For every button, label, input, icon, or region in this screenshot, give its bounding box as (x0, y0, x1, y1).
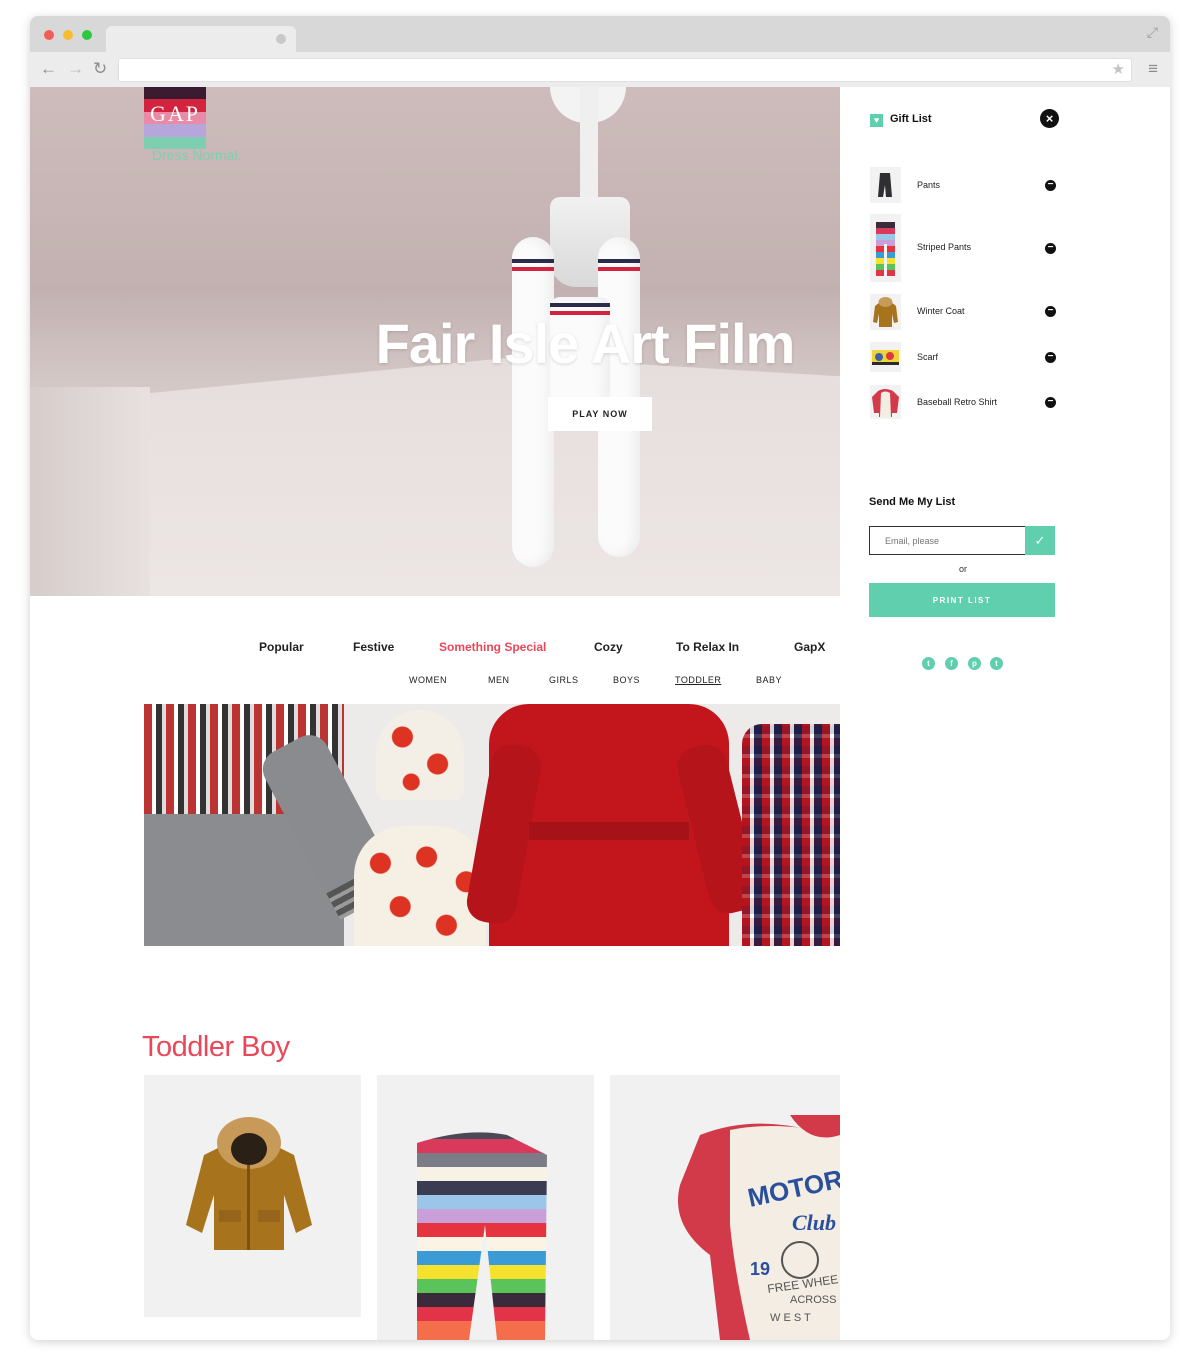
browser-titlebar: ⤢ (30, 16, 1170, 52)
remove-item-button[interactable]: − (1045, 243, 1056, 254)
plaid-shirt (742, 724, 840, 946)
striped-pants-image (417, 1132, 547, 1340)
item-name: Striped Pants (917, 242, 972, 252)
subcategory-toddler[interactable]: TODDLER (675, 675, 721, 685)
item-thumbnail (870, 342, 901, 372)
browser-tab[interactable] (106, 26, 296, 52)
brand-tagline: Dress Normal. (152, 147, 242, 163)
remove-item-button[interactable]: − (1045, 352, 1056, 363)
logo-text: GAP (149, 101, 200, 126)
hero-wall-shadow (30, 387, 150, 596)
gap-logo[interactable]: GAP (144, 87, 206, 149)
browser-menu-icon[interactable]: ≡ (1148, 59, 1158, 79)
bookmark-star-icon[interactable]: ★ (1112, 60, 1125, 78)
polka-dot-hat (376, 710, 464, 800)
category-nav: Popular Festive Something Special Cozy T… (30, 640, 840, 660)
tab-close-icon[interactable] (276, 34, 286, 44)
item-thumbnail (870, 294, 901, 330)
shirt-graphic-line2: Club (792, 1210, 836, 1235)
item-name: Winter Coat (917, 306, 965, 316)
forward-icon[interactable]: → (67, 60, 84, 78)
item-name: Baseball Retro Shirt (917, 397, 998, 407)
gift-list-panel: ♥ Gift List × Pants − Striped Pants − Wi… (840, 87, 1170, 1340)
browser-toolbar: ← → ↻ ★ ≡ (30, 52, 1170, 88)
gift-list-item: Winter Coat − (870, 294, 1060, 330)
heart-icon: ♥ (870, 114, 883, 127)
close-window-button[interactable] (44, 30, 54, 40)
item-thumbnail (870, 167, 901, 203)
gift-list-item: Striped Pants − (870, 214, 1060, 282)
product-card-striped-pants[interactable] (377, 1075, 594, 1340)
facebook-icon[interactable]: f (945, 657, 958, 670)
category-gapx[interactable]: GapX (794, 640, 825, 654)
gift-list-item: Scarf − (870, 340, 1060, 376)
shirt-graphic-number: 19 (750, 1259, 770, 1279)
tumblr-icon[interactable]: t (990, 657, 1003, 670)
remove-item-button[interactable]: − (1045, 180, 1056, 191)
remove-item-button[interactable]: − (1045, 306, 1056, 317)
close-panel-button[interactable]: × (1040, 109, 1059, 128)
maximize-window-button[interactable] (82, 30, 92, 40)
product-card-winter-coat[interactable] (144, 1075, 361, 1317)
hero-banner: GAP Dress Normal. Fair Isle Art Film PLA… (30, 87, 840, 596)
gift-list-item: Pants − (870, 167, 1060, 203)
category-to-relax-in[interactable]: To Relax In (676, 640, 739, 654)
send-list-title: Send Me My List (869, 496, 956, 508)
subcategory-women[interactable]: WOMEN (409, 675, 447, 685)
category-cozy[interactable]: Cozy (594, 640, 623, 654)
gift-list-item: Baseball Retro Shirt − (870, 385, 1060, 421)
category-festive[interactable]: Festive (353, 640, 394, 654)
fullscreen-icon[interactable]: ⤢ (1147, 24, 1158, 41)
polka-dot-onesie (354, 826, 486, 946)
reload-icon[interactable]: ↻ (93, 60, 107, 78)
shirt-graphic-line4: ACROSS (790, 1294, 836, 1306)
browser-window: ⤢ ← → ↻ ★ ≡ GAP Dress Normal. Fair Isle … (30, 16, 1170, 1340)
print-list-button[interactable]: PRINT LIST (869, 583, 1055, 617)
item-name: Scarf (917, 352, 939, 362)
pinterest-icon[interactable]: p (968, 657, 981, 670)
page-viewport: GAP Dress Normal. Fair Isle Art Film PLA… (30, 87, 1170, 1340)
baseball-shirt-image: MOTORC Club 19 FREE WHEE ACROSS W E S T (678, 1115, 840, 1340)
subcategory-girls[interactable]: GIRLS (549, 675, 579, 685)
fan-rod (580, 87, 598, 197)
category-something-special[interactable]: Something Special (439, 640, 546, 654)
red-robe (463, 704, 763, 946)
remove-item-button[interactable]: − (1045, 397, 1056, 408)
submit-email-button[interactable]: ✓ (1025, 526, 1055, 555)
gift-list-title: Gift List (890, 113, 932, 125)
item-thumbnail (870, 214, 901, 282)
address-bar[interactable]: ★ (118, 58, 1132, 82)
play-now-button[interactable]: PLAY NOW (548, 397, 652, 431)
product-card-baseball-shirt[interactable]: MOTORC Club 19 FREE WHEE ACROSS W E S T (610, 1075, 840, 1340)
hero-wall (30, 357, 840, 596)
subcategory-baby[interactable]: BABY (756, 675, 782, 685)
minimize-window-button[interactable] (63, 30, 73, 40)
or-divider: or (959, 564, 968, 574)
item-thumbnail (870, 385, 901, 419)
subcategory-boys[interactable]: BOYS (613, 675, 640, 685)
twitter-icon[interactable]: t (922, 657, 935, 670)
section-title: Toddler Boy (142, 1031, 290, 1063)
category-banner-image (144, 704, 840, 946)
back-icon[interactable]: ← (40, 60, 57, 78)
hero-title: Fair Isle Art Film (375, 312, 796, 375)
winter-coat-image (186, 1117, 312, 1250)
shirt-graphic-line5: W E S T (770, 1312, 811, 1324)
item-name: Pants (917, 180, 941, 190)
email-field[interactable] (869, 526, 1032, 555)
subcategory-nav: WOMEN MEN GIRLS BOYS TODDLER BABY (30, 675, 840, 689)
category-popular[interactable]: Popular (259, 640, 304, 654)
subcategory-men[interactable]: MEN (488, 675, 510, 685)
